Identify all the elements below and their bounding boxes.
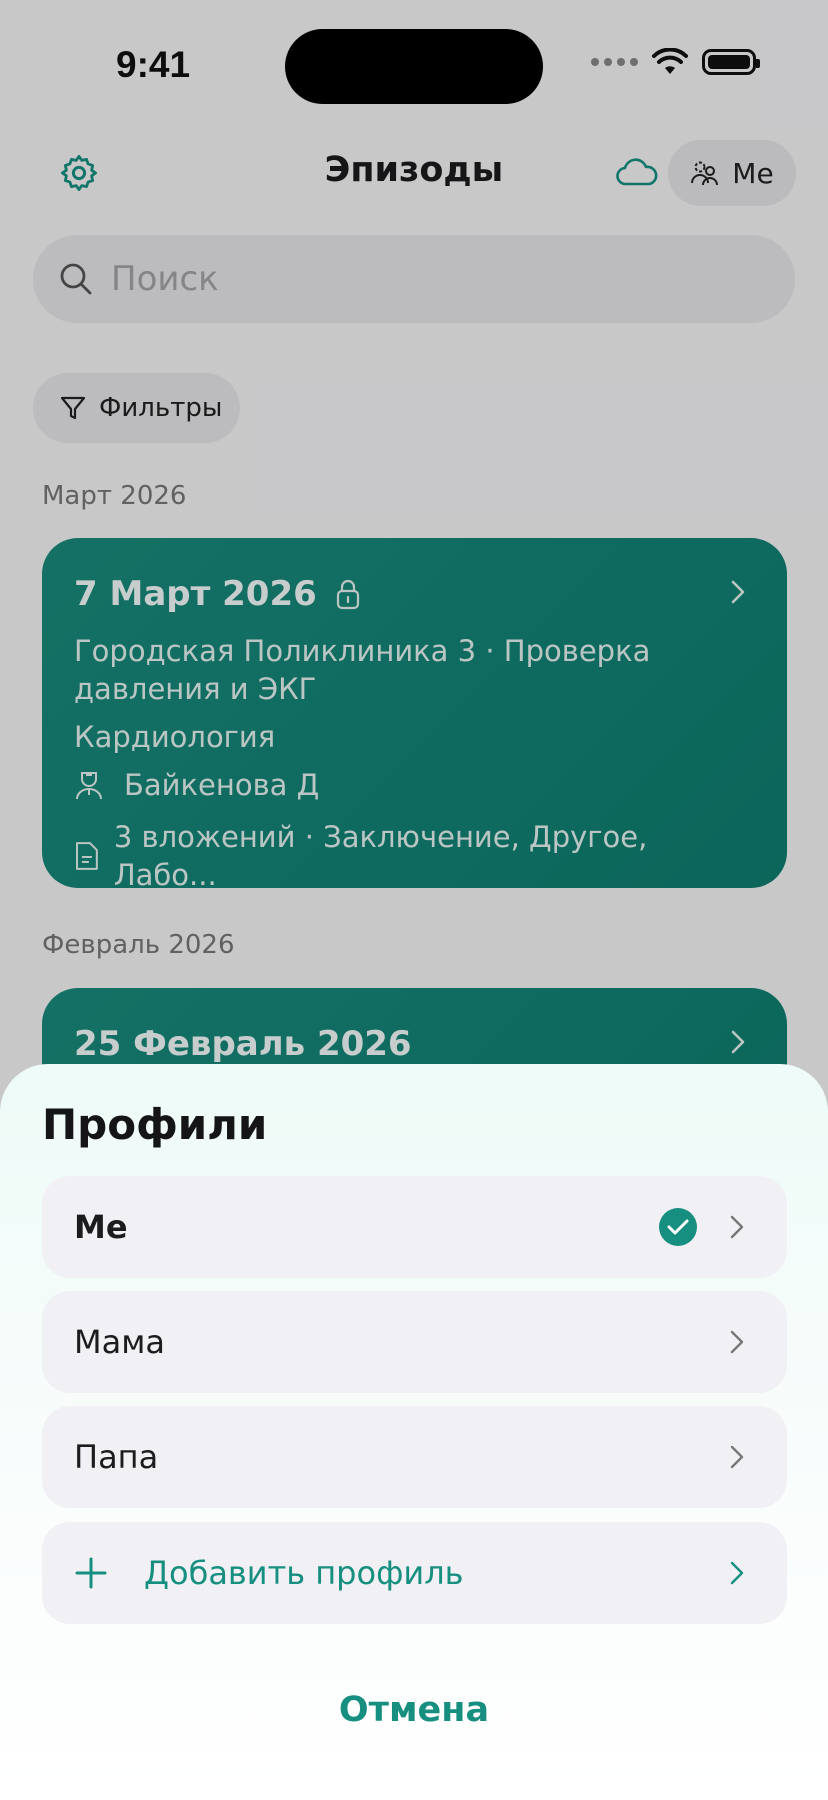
checkmark-icon xyxy=(659,1208,697,1246)
add-profile-label: Добавить профиль xyxy=(144,1554,464,1592)
chevron-right-icon xyxy=(730,1330,744,1354)
profile-row-me[interactable]: Me xyxy=(42,1176,787,1278)
profile-label: Папа xyxy=(74,1438,159,1476)
profile-label: Me xyxy=(74,1208,128,1246)
cancel-button[interactable]: Отмена xyxy=(0,1690,828,1730)
chevron-right-icon xyxy=(730,1561,744,1585)
profile-row-mama[interactable]: Мама xyxy=(42,1291,787,1393)
profile-label: Мама xyxy=(74,1323,165,1361)
chevron-right-icon xyxy=(730,1445,744,1469)
chevron-right-icon xyxy=(730,1215,744,1239)
plus-icon xyxy=(75,1557,107,1589)
add-profile-button[interactable]: Добавить профиль xyxy=(42,1522,787,1624)
sheet-title: Профили xyxy=(42,1100,268,1149)
profile-row-papa[interactable]: Папа xyxy=(42,1406,787,1508)
episodes-screen: 9:41 Эпизоды Me Поиск Фильтры Март 2026 … xyxy=(0,0,828,1800)
